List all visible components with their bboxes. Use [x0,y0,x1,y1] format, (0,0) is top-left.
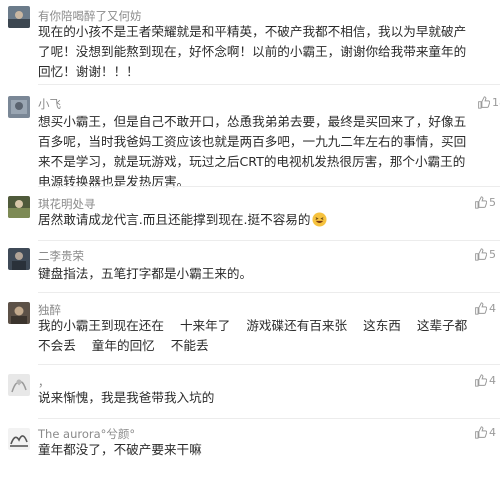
like-count: 4 [489,302,496,315]
avatar[interactable] [8,6,30,28]
laughing-emoji-icon [312,212,328,227]
comment-item: The aurora°兮颜° 4 童年都没了，不破产要来干嘛 [0,420,500,479]
avatar[interactable] [8,302,30,324]
thumbs-up-icon [478,96,490,109]
like-button[interactable]: 4 [474,374,496,387]
divider [38,292,500,293]
comment-item: 小飞 18 想买小霸王，但是自己不敢开口，怂恿我弟弟去要，最终是买回来了，好像五… [0,86,500,189]
thumbs-up-icon [475,302,487,315]
username[interactable]: 小飞 [38,96,61,112]
comment-text: 键盘指法，五笔打字都是小霸王来的。 [38,266,253,281]
avatar[interactable] [8,96,30,118]
comment-feed: 有你陪喝醉了又何妨 现在的小孩不是王者荣耀就是和平精英，不破产我都不相信，我以为… [0,0,500,479]
like-count: 4 [489,426,496,439]
comment-item: 琪花明处寻 5 居然敢请成龙代言.而且还能撑到现在.挺不容易的 [0,188,500,238]
comment-text: 说来惭愧，我是我爸带我入坑的 [38,390,215,405]
like-button[interactable]: 18 [477,96,500,109]
like-button[interactable]: 5 [474,196,496,209]
divider [38,364,500,365]
divider [38,418,500,419]
like-count: 18 [492,96,500,109]
like-button[interactable]: 5 [474,248,496,261]
comment-item: 二李贵荣 5 键盘指法，五笔打字都是小霸王来的。 [0,242,500,292]
avatar[interactable] [8,428,30,450]
comment-item: 有你陪喝醉了又何妨 现在的小孩不是王者荣耀就是和平精英，不破产我都不相信，我以为… [0,0,500,80]
comment-text-content: 居然敢请成龙代言.而且还能撑到现在.挺不容易的 [38,212,311,227]
comment-text: 居然敢请成龙代言.而且还能撑到现在.挺不容易的 [38,210,468,230]
like-count: 4 [489,374,496,387]
divider [38,240,500,241]
comment-text: 现在的小孩不是王者荣耀就是和平精英，不破产我都不相信，我以为早就破产了呢！没想到… [38,24,467,79]
thumbs-up-icon [475,196,487,209]
thumbs-up-icon [475,426,487,439]
thumbs-up-icon [475,248,487,261]
comment-text: 童年都没了，不破产要来干嘛 [38,442,202,457]
comment-item: 独醉 4 我的小霸王到现在还在 十来年了 游戏碟还有百来张 这东西 这辈子都不会… [0,294,500,362]
avatar[interactable] [8,248,30,270]
avatar[interactable] [8,374,30,396]
like-count: 5 [489,248,496,261]
avatar[interactable] [8,196,30,218]
like-button[interactable]: 4 [474,302,496,315]
divider [38,186,500,187]
like-button[interactable]: 4 [474,426,496,439]
comment-item: ， 4 说来惭愧，我是我爸带我入坑的 [0,366,500,418]
comment-text: 想买小霸王，但是自己不敢开口，怂恿我弟弟去要，最终是买回来了，好像五百多呢，当时… [38,114,467,189]
like-count: 5 [489,196,496,209]
comment-text: 我的小霸王到现在还在 十来年了 游戏碟还有百来张 这东西 这辈子都不会丢 童年的… [38,318,468,353]
username[interactable]: 二李贵荣 [38,248,84,264]
divider [38,84,500,85]
thumbs-up-icon [475,374,487,387]
